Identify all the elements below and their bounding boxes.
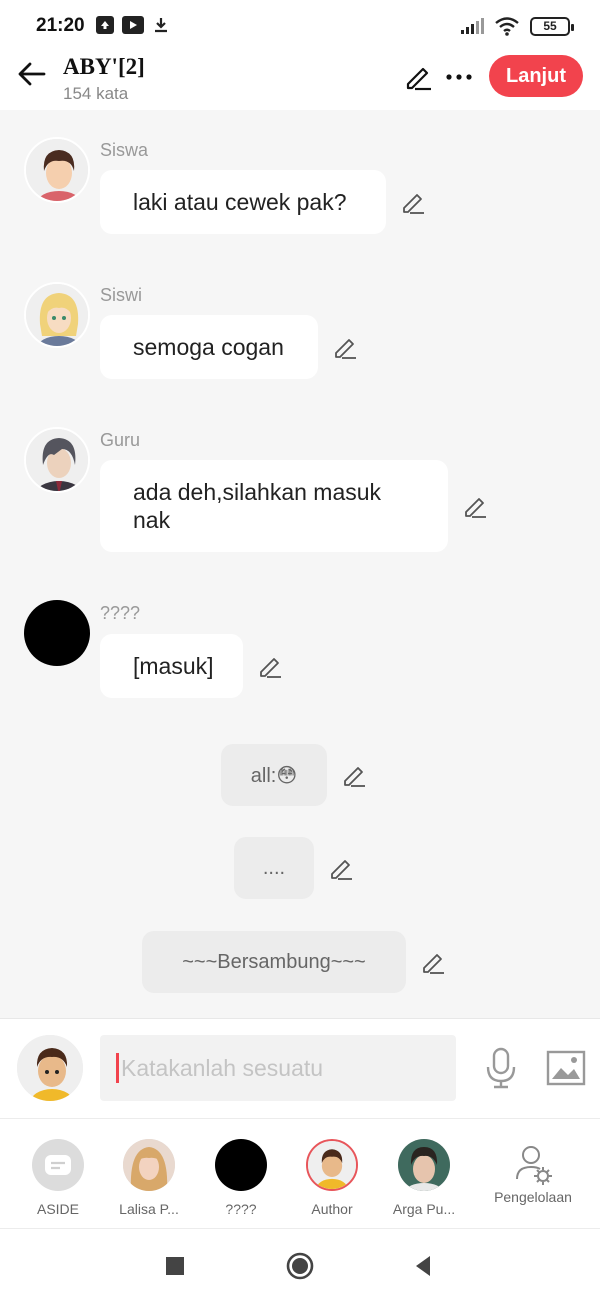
character-arga[interactable]: Arga Pu... [379,1139,469,1227]
avatar [306,1139,358,1191]
character-label: ASIDE [36,1201,79,1217]
avatar [123,1139,175,1191]
character-label: Arga Pu... [392,1201,456,1217]
character-aside[interactable]: ASIDE [13,1139,103,1227]
status-bar: 21:20 55 [0,0,600,52]
system-nav-bar [0,1228,600,1300]
character-unknown[interactable]: ???? [196,1139,286,1227]
composer-bar: Katakanlah sesuatu [0,1018,600,1118]
edit-title-icon[interactable] [403,62,433,92]
editor-header: ABY'[2] 154 kata Lanjut [0,52,600,110]
character-label: Pengelolaan [494,1189,572,1205]
speaker-name: Siswa [100,140,149,160]
character-author[interactable]: Author [287,1139,377,1227]
character-label: Author [311,1201,353,1217]
dialogue-bubble[interactable]: [masuk] [100,634,243,698]
story-chat-area[interactable]: Siswa laki atau cewek pak? Siswi semoga … [0,110,600,1018]
avatar[interactable] [24,427,90,493]
upload-icon [96,16,114,34]
back-arrow-icon[interactable] [16,58,48,90]
status-time: 21:20 [36,15,85,36]
signal-icon [461,18,484,34]
aside-icon [45,1155,71,1175]
character-label: Lalisa P... [119,1201,179,1217]
page-title: ABY'[2] [63,54,145,79]
message-input[interactable]: Katakanlah sesuatu [100,1035,456,1101]
text-caret [116,1053,119,1083]
edit-narration-icon[interactable] [341,763,367,789]
avatar [215,1139,267,1191]
microphone-icon[interactable] [483,1046,519,1090]
avatar[interactable] [24,137,90,203]
speaker-name: ???? [100,603,141,623]
recent-apps-icon[interactable] [160,1251,190,1281]
current-character-avatar[interactable] [15,1033,85,1103]
home-icon[interactable] [285,1251,315,1281]
narration-bubble[interactable]: .... [234,837,314,899]
edit-narration-icon[interactable] [420,950,446,976]
edit-message-icon[interactable] [257,654,283,680]
word-count: 154 kata [63,84,129,103]
edit-narration-icon[interactable] [328,856,354,882]
manage-characters-icon [507,1139,559,1191]
character-label: ???? [225,1201,257,1217]
dialogue-bubble[interactable]: semoga cogan [100,315,318,379]
download-icon [152,16,170,34]
avatar[interactable] [24,600,90,666]
next-button[interactable]: Lanjut [489,55,583,97]
image-icon[interactable] [546,1049,586,1087]
character-lalisa[interactable]: Lalisa P... [104,1139,194,1227]
youtube-icon [122,16,144,34]
character-bar: ASIDE Lalisa P... ???? Author Arga Pu...… [0,1118,600,1228]
edit-message-icon[interactable] [400,190,426,216]
wifi-icon [495,17,519,36]
character-management[interactable]: Pengelolaan [488,1139,578,1227]
narration-bubble[interactable]: ~~~Bersambung~~~ [142,931,406,993]
dialogue-bubble[interactable]: ada deh,silahkan masuk nak [100,460,448,552]
narration-bubble[interactable]: all:😳 [221,744,327,806]
speaker-name: Siswi [100,285,143,305]
avatar [398,1139,450,1191]
dialogue-bubble[interactable]: laki atau cewek pak? [100,170,386,234]
back-nav-icon[interactable] [408,1251,438,1281]
battery-indicator: 55 [530,16,574,36]
edit-message-icon[interactable] [332,335,358,361]
input-placeholder: Katakanlah sesuatu [121,1054,324,1081]
speaker-name: Guru [100,430,141,450]
edit-message-icon[interactable] [462,494,488,520]
more-options-icon[interactable] [444,64,474,90]
avatar[interactable] [24,282,90,348]
